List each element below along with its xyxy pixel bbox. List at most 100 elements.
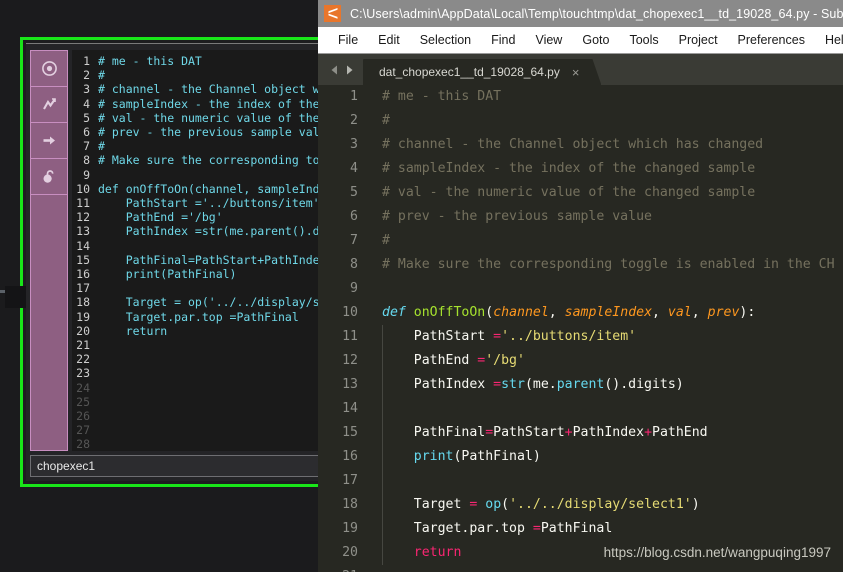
node-line-text: # [98, 68, 105, 83]
node-line-number: 7 [83, 139, 90, 154]
editor-line[interactable]: 17 [318, 469, 843, 493]
menu-item-project[interactable]: Project [669, 27, 728, 53]
editor-line[interactable]: 10 def onOffToOn(channel, sampleIndex, va… [318, 301, 843, 325]
menu-item-find[interactable]: Find [481, 27, 525, 53]
close-icon[interactable]: × [572, 66, 580, 79]
flag-strip-filler [31, 195, 67, 231]
node-line-number: 25 [76, 394, 90, 409]
editor-line[interactable]: 7 # [318, 229, 843, 253]
node-code-line: 6 # prev - the previous sample value [72, 125, 327, 139]
node-code-line: 12 PathEnd ='/bg' [72, 210, 327, 224]
token-pa: prev [707, 305, 740, 320]
menu-bar[interactable]: File Edit Selection Find View Goto Tools Projec… [318, 27, 843, 54]
line-content: PathFinal=PathStart+PathIndex+PathEnd [370, 421, 708, 445]
token-pl: PathStart [493, 425, 565, 440]
node-code-line: 18 Target = op('../../display/select1') [72, 295, 327, 309]
tab-label: dat_chopexec1__td_19028_64.py [379, 65, 560, 79]
node-line-text: def onOffToOn(channel, sampleIndex, val,… [98, 181, 327, 196]
menu-item-file[interactable]: File [328, 27, 368, 53]
token-pl: , [652, 305, 668, 320]
code-editor[interactable]: 1 # me - this DAT 2 # 3 # channel - the Chann… [318, 85, 843, 572]
token-st: '/bg' [485, 353, 525, 368]
token-pl: ( [485, 305, 494, 320]
line-content: Target = op('../../display/select1') [370, 493, 700, 517]
token-c: # Make sure the corresponding toggle is … [382, 257, 835, 272]
line-number: 21 [318, 565, 370, 572]
menu-item-tools[interactable]: Tools [619, 27, 668, 53]
node-line-number: 12 [76, 210, 90, 225]
sublime-text-window[interactable]: C:\Users\admin\AppData\Local\Temp\toucht… [318, 0, 843, 572]
watermark-text: https://blog.csdn.net/wangpuqing1997 [603, 545, 831, 560]
editor-line[interactable]: 16 print(PathFinal) [318, 445, 843, 469]
menu-item-help[interactable]: Help [815, 27, 843, 53]
token-c: # prev - the previous sample value [382, 209, 652, 224]
animation-flag-icon[interactable] [31, 87, 67, 123]
menu-item-selection[interactable]: Selection [410, 27, 481, 53]
line-content: # me - this DAT [370, 85, 501, 109]
window-title-bar[interactable]: C:\Users\admin\AppData\Local\Temp\toucht… [318, 0, 843, 27]
node-code-line: 13 PathIndex =str(me.parent().digits) [72, 224, 327, 238]
arrow-right-flag-icon[interactable] [31, 123, 67, 159]
node-line-number: 6 [83, 125, 90, 140]
token-op: = [485, 425, 494, 440]
editor-line[interactable]: 8 # Make sure the corresponding toggle is… [318, 253, 843, 277]
editor-line[interactable]: 18 Target = op('../../display/select1') [318, 493, 843, 517]
editor-line[interactable]: 15 PathFinal=PathStart+PathIndex+PathEnd [318, 421, 843, 445]
dat-node-chopexec1[interactable]: 1 # me - this DAT 2 #3 # channel - the Chann… [5, 37, 340, 487]
editor-line[interactable]: 11 PathStart ='../buttons/item' [318, 325, 843, 349]
node-code-line: 21 [72, 338, 327, 352]
token-st: '../buttons/item' [501, 329, 637, 344]
tab-nav-arrows[interactable] [318, 54, 363, 85]
token-bi: parent [556, 377, 605, 392]
node-code-line: 17 [72, 281, 327, 295]
editor-line[interactable]: 2 # [318, 109, 843, 133]
line-content: def onOffToOn(channel, sampleIndex, val,… [370, 301, 755, 325]
editor-line[interactable]: 13 PathIndex =str(me.parent().digits) [318, 373, 843, 397]
editor-line[interactable]: 6 # prev - the previous sample value [318, 205, 843, 229]
node-code-line: 4 # sampleIndex - the index of the change… [72, 97, 327, 111]
editor-line[interactable]: 19 Target.par.top =PathFinal [318, 517, 843, 541]
token-op: return [413, 545, 462, 560]
node-input-connector[interactable] [5, 286, 27, 308]
token-op: = [493, 377, 502, 392]
editor-line[interactable]: 14 [318, 397, 843, 421]
node-code-line: 7 # [72, 139, 327, 153]
node-line-text: Target.par.top =PathFinal [98, 309, 299, 324]
token-op: = [532, 521, 541, 536]
node-name-field[interactable]: chopexec1 [30, 455, 333, 477]
line-content: PathEnd ='/bg' [370, 349, 525, 373]
line-number: 3 [350, 137, 358, 152]
token-c: # channel - the Channel object which has… [382, 137, 764, 152]
node-code-line: 22 [72, 352, 327, 366]
viewer-flag-icon[interactable] [31, 51, 67, 87]
token-pl: PathEnd [382, 353, 478, 368]
menu-item-goto[interactable]: Goto [572, 27, 619, 53]
node-code-preview[interactable]: 1 # me - this DAT 2 #3 # channel - the Chann… [72, 50, 327, 451]
line-content [370, 565, 382, 572]
node-name-text: chopexec1 [37, 459, 96, 473]
tab-bar[interactable]: dat_chopexec1__td_19028_64.py × [318, 54, 843, 85]
editor-line[interactable]: 5 # val - the numeric value of the change… [318, 181, 843, 205]
node-code-lines: 1 # me - this DAT 2 #3 # channel - the Chann… [72, 54, 327, 451]
node-line-number: 4 [83, 96, 90, 111]
lock-flag-icon[interactable] [31, 159, 67, 195]
editor-tab-active[interactable]: dat_chopexec1__td_19028_64.py × [363, 59, 601, 85]
token-pa: val [667, 305, 692, 320]
editor-line[interactable]: 1 # me - this DAT [318, 85, 843, 109]
line-content: # Make sure the corresponding toggle is … [370, 253, 835, 277]
menu-item-view[interactable]: View [525, 27, 572, 53]
editor-line[interactable]: 4 # sampleIndex - the index of the change… [318, 157, 843, 181]
menu-item-edit[interactable]: Edit [368, 27, 410, 53]
node-flag-strip [30, 50, 68, 451]
editor-line[interactable]: 9 [318, 277, 843, 301]
editor-line[interactable]: 21 [318, 565, 843, 572]
line-content [370, 469, 383, 493]
editor-line[interactable]: 12 PathEnd ='/bg' [318, 349, 843, 373]
editor-line[interactable]: 3 # channel - the Channel object which ha… [318, 133, 843, 157]
node-line-number: 1 [83, 54, 90, 68]
node-line-number: 10 [76, 181, 90, 196]
menu-item-preferences[interactable]: Preferences [728, 27, 815, 53]
token-c: # [382, 113, 390, 128]
node-line-number: 24 [76, 380, 90, 395]
node-line-text: # val - the numeric value of the changed… [98, 110, 327, 125]
